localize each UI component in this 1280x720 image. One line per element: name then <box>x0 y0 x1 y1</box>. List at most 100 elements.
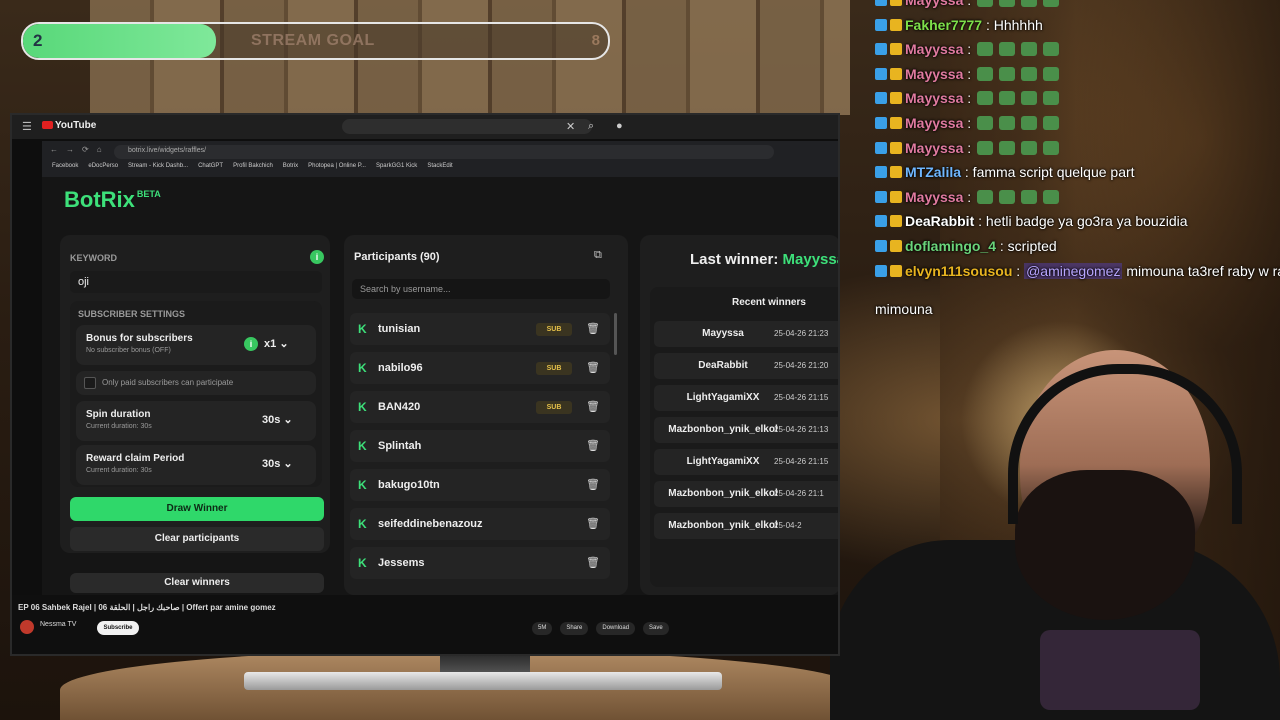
botrix-logo[interactable]: BotRix BETA <box>64 187 161 213</box>
chat-message: Mayyssa : <box>875 66 1060 88</box>
trash-icon[interactable]: 🗑 <box>586 400 600 413</box>
browser-nav-buttons[interactable]: ←→⟳⌂ <box>50 145 110 154</box>
bookmark-sparkgg[interactable]: SparkGG1 Kick <box>376 163 417 175</box>
spin-title: Spin duration <box>86 409 151 420</box>
last-winner-name: Mayyssa <box>782 251 840 268</box>
trash-icon[interactable]: 🗑 <box>586 478 600 491</box>
participant-name: Jessems <box>378 557 425 569</box>
bookmark-kick-dashboard[interactable]: Stream - Kick Dashb... <box>128 163 188 175</box>
bookmark-profil[interactable]: Profil Bakchich <box>233 163 273 175</box>
claim-period-select[interactable]: 30s ⌄ <box>262 457 293 470</box>
bonus-multiplier-select[interactable]: x1 ⌄ <box>264 337 289 350</box>
badge-icon <box>875 43 887 56</box>
participant-name: BAN420 <box>378 401 421 413</box>
winner-row: LightYagamiXX 25-04-26 21:15 <box>654 449 838 475</box>
channel-name[interactable]: Nessma TV <box>40 621 76 628</box>
spin-subtitle: Current duration: 30s <box>86 423 152 430</box>
chat-message: Mayyssa : <box>875 41 1060 63</box>
emote-icon <box>1043 189 1060 204</box>
spin-duration-select[interactable]: 30s ⌄ <box>262 413 293 426</box>
bookmark-photopea[interactable]: Photopea | Online P... <box>308 163 366 175</box>
winner-row: DeaRabbit 25-04-26 21:20 <box>654 353 838 379</box>
bookmark-chatgpt[interactable]: ChatGPT <box>198 163 223 175</box>
trash-icon[interactable]: 🗑 <box>586 361 600 374</box>
info-icon[interactable]: i <box>310 250 324 264</box>
kick-icon: K <box>358 439 367 453</box>
clear-participants-button[interactable]: Clear participants <box>70 527 324 551</box>
crown-icon <box>890 0 902 6</box>
recent-winners-title: Recent winners <box>732 297 806 308</box>
trash-icon[interactable]: 🗑 <box>586 439 600 452</box>
tv-neck <box>440 654 530 674</box>
draw-winner-button[interactable]: Draw Winner <box>70 497 324 521</box>
download-button[interactable]: Download <box>596 622 636 635</box>
chat-username: Mayyssa <box>905 90 964 107</box>
participants-scrollbar[interactable] <box>614 313 617 355</box>
chat-username: Mayyssa <box>905 0 964 8</box>
winner-row: Mazbonbon_ynik_elkol 25-04-2 <box>654 513 838 539</box>
save-button[interactable]: Save <box>643 622 669 635</box>
badge-icon <box>875 117 887 129</box>
participant-name: Splintah <box>378 440 422 452</box>
chevron-down-icon: ⌄ <box>283 458 293 470</box>
url-text: botrix.live/widgets/raffles/ <box>128 147 207 154</box>
youtube-search-input[interactable] <box>342 119 592 134</box>
mic-icon[interactable]: ● <box>616 120 623 132</box>
chat-message: mimouna <box>875 301 933 323</box>
trash-icon[interactable]: 🗑 <box>586 556 600 569</box>
trash-icon[interactable]: 🗑 <box>586 322 600 335</box>
bookmark-botrix[interactable]: Botrix <box>283 163 298 175</box>
stream-goal-current: 2 <box>33 31 43 50</box>
address-bar[interactable]: botrix.live/widgets/raffles/ <box>114 145 774 159</box>
claim-period-setting: Reward claim Period Current duration: 30… <box>76 445 316 485</box>
emote-icon <box>977 66 994 81</box>
badge-icon <box>875 141 887 154</box>
emote-icon <box>999 66 1016 81</box>
chat-text: : <box>967 188 972 205</box>
winner-date: 25-04-26 21:1 <box>774 489 824 498</box>
botrix-app: BotRix BETA KEYWORD i oji SUBSCRIBER SETT… <box>42 177 840 595</box>
emote-icon <box>1043 116 1060 130</box>
bookmark-stackedit[interactable]: StackEdit <box>427 163 452 175</box>
kick-icon: K <box>358 556 367 570</box>
menu-icon[interactable]: ☰ <box>22 120 32 133</box>
emote-icon <box>1043 66 1060 81</box>
paid-only-label: Only paid subscribers can participate <box>102 378 234 387</box>
channel-avatar[interactable] <box>20 620 34 634</box>
trash-icon[interactable]: 🗑 <box>586 517 600 530</box>
badge-icon <box>875 264 887 277</box>
subscribe-button[interactable]: Subscribe <box>97 621 139 635</box>
clear-winners-button[interactable]: Clear winners <box>70 573 324 593</box>
chat-message: Mayyssa : <box>875 140 1060 162</box>
video-actions: 5M Share Download Save <box>532 622 669 635</box>
like-button[interactable]: 5M <box>532 622 553 635</box>
share-button[interactable]: Share <box>560 622 589 635</box>
bookmark-edocperso[interactable]: eDocPerso <box>88 163 118 175</box>
winner-name: Mazbonbon_ynik_elkol <box>668 488 778 499</box>
emote-icon <box>999 42 1016 57</box>
bonus-subtitle: No subscriber bonus (OFF) <box>86 347 171 354</box>
chat-message: Mayyssa : <box>875 0 1060 14</box>
crown-icon <box>890 141 902 154</box>
search-icon[interactable]: ⌕ <box>588 120 594 133</box>
copy-icon[interactable]: ⧉ <box>594 249 602 262</box>
chat-text: : famma script quelque part <box>964 164 1135 181</box>
badge-icon <box>875 240 887 252</box>
paid-only-checkbox[interactable] <box>84 377 96 389</box>
emote-icon <box>1043 42 1060 57</box>
chat-message: Mayyssa : <box>875 115 1060 137</box>
claim-subtitle: Current duration: 30s <box>86 467 152 474</box>
chat-username: elvyn111sousou <box>905 262 1013 279</box>
keyword-input[interactable]: oji <box>70 271 322 293</box>
bookmark-facebook[interactable]: Facebook <box>52 163 78 175</box>
chat-message: MTZalila : famma script quelque part <box>875 164 1135 186</box>
close-icon[interactable]: ✕ <box>566 120 575 133</box>
winner-date: 25-04-26 21:13 <box>774 425 829 434</box>
bonus-info-icon[interactable]: i <box>244 337 258 351</box>
kick-icon: K <box>358 322 367 336</box>
youtube-logo[interactable]: YouTube <box>42 120 96 131</box>
chat-text: : <box>967 115 972 131</box>
participants-search-input[interactable]: Search by username... <box>352 279 610 299</box>
paid-only-setting: Only paid subscribers can participate <box>76 371 316 395</box>
kick-icon: K <box>358 361 367 375</box>
